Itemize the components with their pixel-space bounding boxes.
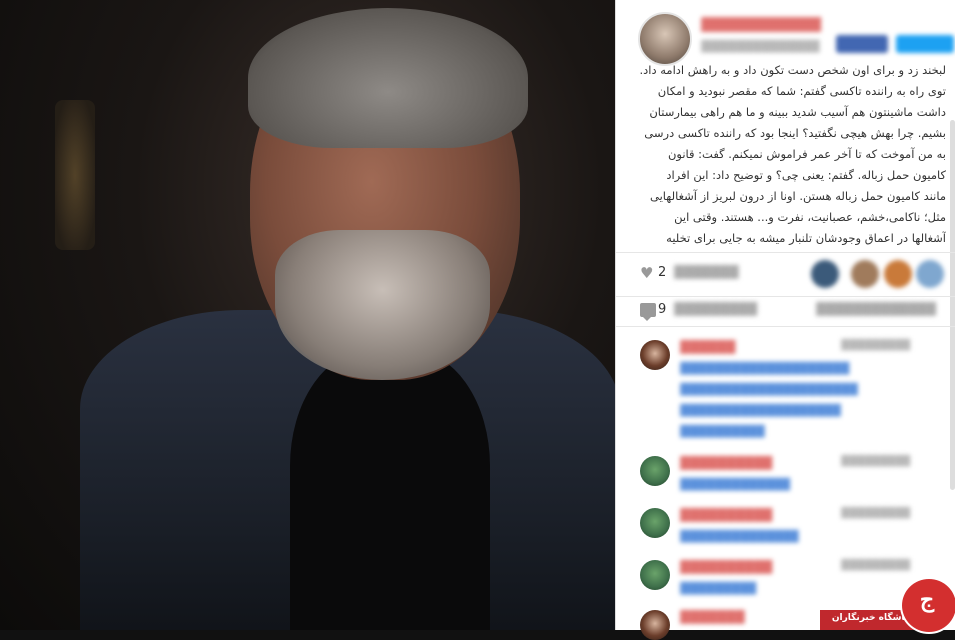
poster-avatar[interactable] bbox=[638, 12, 692, 66]
comment-time-blurred: ▓▓▓▓▓▓▓▓▓ bbox=[841, 456, 911, 467]
comment-mentions-blurred: ▓▓▓▓▓▓▓▓▓▓▓▓▓ bbox=[680, 478, 790, 491]
caption-line: آشغالها در اعماق وجودشان تلنبار میشه به … bbox=[666, 231, 946, 245]
commenter-avatar[interactable] bbox=[640, 610, 670, 640]
comment-mentions-blurred: ▓▓▓▓▓▓▓▓▓▓▓▓▓▓▓▓▓▓▓▓ ▓▓▓▓▓▓▓▓▓▓▓▓▓▓▓▓▓▓▓▓… bbox=[680, 362, 858, 438]
comments-count: 9 bbox=[658, 302, 667, 317]
comment-time-blurred: ▓▓▓▓▓▓▓▓▓ bbox=[841, 508, 911, 519]
liker-avatar[interactable] bbox=[884, 260, 912, 288]
comment-time-blurred: ▓▓▓▓▓▓▓▓▓ bbox=[841, 560, 911, 571]
post-date-blurred: ▓▓▓▓▓▓▓▓▓▓▓▓▓▓ bbox=[701, 40, 820, 53]
likes-row: ♥ 2 ▓▓▓▓▓▓▓ bbox=[616, 253, 955, 295]
liker-avatar[interactable] bbox=[916, 260, 944, 288]
liker-avatar[interactable] bbox=[811, 260, 839, 288]
watermark-logo-mark: ج bbox=[919, 587, 935, 613]
photo-hair bbox=[248, 8, 528, 148]
comment-mentions-blurred: ▓▓▓▓▓▓▓▓▓▓▓▓▓▓ bbox=[680, 530, 799, 543]
caption-line: به من آموخت که تا آخر عمر فراموش نمیکنم.… bbox=[667, 147, 946, 161]
likes-count: 2 bbox=[658, 265, 667, 280]
likes-label-blurred: ▓▓▓▓▓▓▓ bbox=[674, 265, 739, 279]
commenter-username-blurred[interactable]: ▓▓▓▓▓▓▓ bbox=[680, 610, 745, 624]
caption-line: داشت ماشینتون هم آسیب شدید ببینه و ما هم… bbox=[649, 105, 946, 119]
post-side-panel: ▓▓▓▓▓▓▓▓▓▓▓▓ ▓▓▓▓▓▓▓▓▓▓▓▓▓▓ لبخند زد و ب… bbox=[615, 0, 955, 640]
liker-avatar[interactable] bbox=[851, 260, 879, 288]
commenter-username-blurred[interactable]: ▓▓▓▓▓▓▓▓▓▓ bbox=[680, 560, 772, 574]
commenter-username-blurred[interactable]: ▓▓▓▓▓▓▓▓▓▓ bbox=[680, 456, 772, 470]
caption-line: توی راه به راننده تاکسی گفتم: شما که مقص… bbox=[657, 84, 946, 98]
heart-icon[interactable]: ♥ bbox=[640, 265, 656, 281]
post-caption: لبخند زد و برای اون شخص دست تکون داد و ب… bbox=[628, 60, 947, 250]
divider bbox=[616, 326, 955, 327]
comment-mentions-blurred: ▓▓▓▓▓▓▓▓▓ bbox=[680, 582, 757, 595]
comment-time-blurred: ▓▓▓▓▓▓▓▓▓ bbox=[841, 340, 911, 351]
photo-tshirt bbox=[290, 350, 490, 630]
commenter-avatar[interactable] bbox=[640, 508, 670, 538]
caption-line: بشیم. چرا بهش هیچی نگفتید؟ اینجا بود که … bbox=[644, 126, 946, 140]
poster-username-blurred[interactable]: ▓▓▓▓▓▓▓▓▓▓▓▓ bbox=[701, 18, 821, 33]
commenter-username-blurred[interactable]: ▓▓▓▓▓▓ bbox=[680, 340, 735, 354]
background-lamp bbox=[55, 100, 95, 250]
commenter-avatar[interactable] bbox=[640, 340, 670, 370]
photo-beard bbox=[275, 230, 490, 380]
watermark-logo: ج bbox=[900, 577, 955, 634]
caption-line: لبخند زد و برای اون شخص دست تکون داد و ب… bbox=[639, 63, 947, 77]
caption-line: مانند کامیون حمل زباله هستن. اونا از درو… bbox=[650, 189, 946, 203]
post-photo bbox=[0, 0, 615, 630]
commenter-username-blurred[interactable]: ▓▓▓▓▓▓▓▓▓▓ bbox=[680, 508, 772, 522]
facebook-share-button[interactable] bbox=[836, 35, 888, 53]
speech-bubble-icon[interactable] bbox=[640, 303, 656, 321]
caption-line: مثل؛ ناکامی،خشم، عصبانیت، نفرت و... هستن… bbox=[674, 210, 946, 224]
comments-label-blurred: ▓▓▓▓▓▓▓▓▓ bbox=[674, 302, 758, 316]
commenter-avatar[interactable] bbox=[640, 456, 670, 486]
twitter-share-button[interactable] bbox=[896, 35, 954, 53]
commenter-avatar[interactable] bbox=[640, 560, 670, 590]
view-all-comments-link-blurred[interactable]: ▓▓▓▓▓▓▓▓▓▓▓▓▓ bbox=[816, 302, 936, 316]
caption-line: کامیون حمل زباله. گفتم: یعنی چی؟ و توضیح… bbox=[666, 168, 946, 182]
comments-row: 9 ▓▓▓▓▓▓▓▓▓ ▓▓▓▓▓▓▓▓▓▓▓▓▓ bbox=[616, 297, 955, 325]
